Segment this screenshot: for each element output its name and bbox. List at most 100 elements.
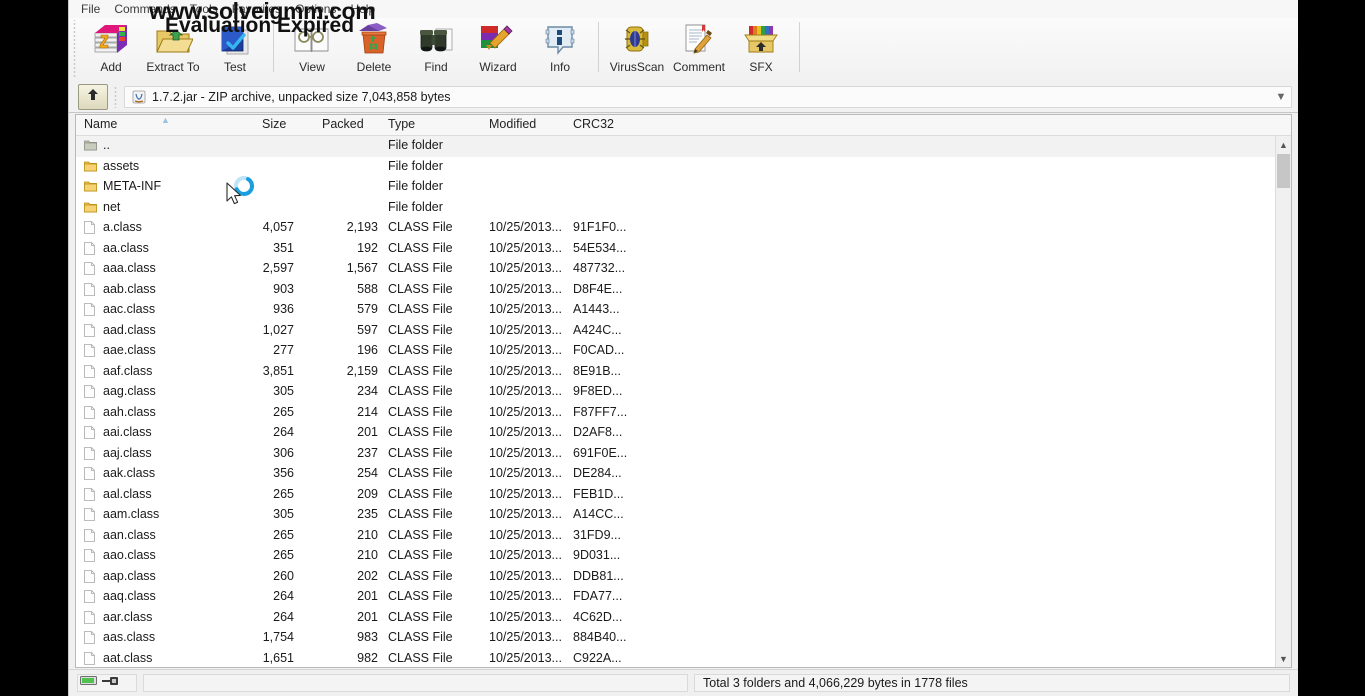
menu-item-options[interactable]: Options bbox=[288, 1, 343, 17]
cell-name: aae.class bbox=[103, 343, 156, 357]
file-icon bbox=[84, 508, 95, 524]
table-row[interactable]: aan.class 265 210 CLASS File 10/25/2013... 31… bbox=[76, 526, 1291, 547]
cell-crc32: FEB1D... bbox=[573, 486, 624, 501]
toolbar-button-wizard[interactable]: Wizard bbox=[467, 20, 529, 80]
toolbar-button-extract-to[interactable]: Extract To bbox=[142, 20, 204, 80]
cell-name: aaq.class bbox=[103, 589, 156, 603]
menu-item-commands[interactable]: Commands bbox=[107, 1, 182, 17]
cell-name: aa.class bbox=[103, 240, 149, 255]
toolbar-button-sfx[interactable]: SFX bbox=[730, 20, 792, 80]
file-icon bbox=[84, 426, 95, 442]
toolbar-button-info[interactable]: Info bbox=[529, 20, 591, 80]
table-row[interactable]: aam.class 305 235 CLASS File 10/25/2013... A1… bbox=[76, 505, 1291, 526]
table-row[interactable]: .. File folder bbox=[76, 136, 1291, 157]
toolbar-button-add[interactable]: Add bbox=[80, 20, 142, 80]
toolbar-button-virusscan[interactable]: VirusScan bbox=[606, 20, 668, 80]
cell-packed: 201 bbox=[357, 589, 378, 603]
toolbar-button-comment[interactable]: Comment bbox=[668, 20, 730, 80]
up-one-level-button[interactable] bbox=[78, 84, 108, 110]
table-row[interactable]: aar.class 264 201 CLASS File 10/25/2013... 4C… bbox=[76, 608, 1291, 629]
cell-modified: 10/25/2013... bbox=[489, 527, 562, 542]
table-row[interactable]: aak.class 356 254 CLASS File 10/25/2013... DE… bbox=[76, 464, 1291, 485]
table-row[interactable]: aag.class 305 234 CLASS File 10/25/2013... 9F… bbox=[76, 382, 1291, 403]
folder-icon bbox=[84, 201, 97, 216]
table-row[interactable]: aao.class 265 210 CLASS File 10/25/2013... 9D… bbox=[76, 546, 1291, 567]
table-row[interactable]: META-INF File folder bbox=[76, 177, 1291, 198]
cell-name: aap.class bbox=[103, 568, 156, 583]
column-header-crc32[interactable]: CRC32 bbox=[573, 117, 614, 131]
cell-size: 264 bbox=[273, 589, 294, 603]
column-header-modified[interactable]: Modified bbox=[489, 117, 536, 131]
table-row[interactable]: aae.class 277 196 CLASS File 10/25/2013... F0… bbox=[76, 341, 1291, 362]
find-binoculars-icon bbox=[416, 20, 456, 60]
table-row[interactable]: aal.class 265 209 CLASS File 10/25/2013... FE… bbox=[76, 485, 1291, 506]
table-row[interactable]: aad.class 1,027 597 CLASS File 10/25/2013...… bbox=[76, 321, 1291, 342]
table-row[interactable]: assets File folder bbox=[76, 157, 1291, 178]
table-row[interactable]: aah.class 265 214 CLASS File 10/25/2013... F8… bbox=[76, 403, 1291, 424]
menu-item-help[interactable]: Help bbox=[343, 1, 382, 17]
table-row[interactable]: net File folder bbox=[76, 198, 1291, 219]
toolbar-button-find[interactable]: Find bbox=[405, 20, 467, 80]
table-row[interactable]: aai.class 264 201 CLASS File 10/25/2013... D2… bbox=[76, 423, 1291, 444]
scroll-up-button[interactable]: ▲ bbox=[1276, 136, 1291, 153]
cell-name: aao.class bbox=[103, 548, 156, 562]
cell-packed: 2,193 bbox=[346, 220, 378, 234]
toolbar-separator bbox=[598, 22, 599, 72]
folder-icon bbox=[84, 160, 97, 175]
column-header-packed[interactable]: Packed bbox=[322, 117, 364, 131]
toolbar-button-delete[interactable]: Delete bbox=[343, 20, 405, 80]
toolbar-button-view[interactable]: View bbox=[281, 20, 343, 80]
table-row[interactable]: aas.class 1,754 983 CLASS File 10/25/2013...… bbox=[76, 628, 1291, 649]
table-row[interactable]: aap.class 260 202 CLASS File 10/25/2013... DD… bbox=[76, 567, 1291, 588]
cell-packed: 597 bbox=[357, 322, 378, 337]
table-row[interactable]: aaf.class 3,851 2,159 CLASS File 10/25/2013.… bbox=[76, 362, 1291, 383]
cell-crc32: 9F8ED... bbox=[573, 384, 623, 398]
scroll-down-button[interactable]: ▼ bbox=[1276, 650, 1291, 667]
cell-type: CLASS File bbox=[388, 527, 453, 542]
column-header-size[interactable]: Size bbox=[262, 117, 286, 131]
table-row[interactable]: aa.class 351 192 CLASS File 10/25/2013... 54E… bbox=[76, 239, 1291, 260]
toolbar-button-test[interactable]: Test bbox=[204, 20, 266, 80]
file-icon bbox=[84, 262, 95, 278]
table-row[interactable]: aaa.class 2,597 1,567 CLASS File 10/25/2013.… bbox=[76, 259, 1291, 280]
table-row[interactable]: aat.class 1,651 982 CLASS File 10/25/2013...… bbox=[76, 649, 1291, 668]
file-icon bbox=[84, 528, 95, 545]
cell-size: 2,597 bbox=[262, 261, 294, 275]
archive-path-combobox[interactable]: 1.7.2.jar - ZIP archive, unpacked size 7… bbox=[124, 86, 1292, 108]
cell-size: 265 bbox=[273, 404, 294, 419]
cell-name: aat.class bbox=[103, 650, 153, 665]
up-arrow-icon bbox=[85, 87, 101, 108]
table-row[interactable]: aaj.class 306 237 CLASS File 10/25/2013... 69… bbox=[76, 444, 1291, 465]
test-archive-icon bbox=[215, 20, 255, 60]
scrollbar-thumb[interactable] bbox=[1277, 154, 1290, 188]
cell-packed: 588 bbox=[357, 281, 378, 296]
chevron-down-icon[interactable]: ▼ bbox=[1271, 91, 1291, 103]
table-row[interactable]: a.class 4,057 2,193 CLASS File 10/25/2013...… bbox=[76, 218, 1291, 239]
cell-type: CLASS File bbox=[388, 486, 453, 501]
cell-packed: 254 bbox=[357, 466, 378, 480]
cell-name: aac.class bbox=[103, 302, 156, 316]
folder-icon bbox=[84, 180, 97, 195]
cell-type: CLASS File bbox=[388, 507, 453, 521]
file-list-scrollbar[interactable]: ▲ ▼ bbox=[1275, 136, 1291, 667]
menu-bar: File Commands Tools Favorites Options He… bbox=[69, 0, 1298, 18]
table-row[interactable]: aaq.class 264 201 CLASS File 10/25/2013... FD… bbox=[76, 587, 1291, 608]
cell-type: CLASS File bbox=[388, 568, 453, 583]
cell-name: aaa.class bbox=[103, 261, 156, 275]
table-row[interactable]: aab.class 903 588 CLASS File 10/25/2013... D8… bbox=[76, 280, 1291, 301]
cell-size: 265 bbox=[273, 486, 294, 501]
menu-item-file[interactable]: File bbox=[74, 1, 107, 17]
cell-modified: 10/25/2013... bbox=[489, 568, 562, 583]
cell-packed: 982 bbox=[357, 650, 378, 665]
cell-type: CLASS File bbox=[388, 466, 453, 480]
cell-size: 3,851 bbox=[262, 363, 294, 378]
menu-item-tools[interactable]: Tools bbox=[183, 1, 225, 17]
pathbar-gripper[interactable] bbox=[114, 86, 120, 108]
toolbar-gripper[interactable] bbox=[71, 20, 78, 78]
column-header-type[interactable]: Type bbox=[388, 117, 415, 131]
menu-item-favorites[interactable]: Favorites bbox=[225, 1, 288, 17]
column-header-name[interactable]: Name bbox=[84, 117, 117, 131]
table-row[interactable]: aac.class 936 579 CLASS File 10/25/2013... A1… bbox=[76, 300, 1291, 321]
cell-size: 1,754 bbox=[262, 630, 294, 644]
cell-name: assets bbox=[103, 158, 140, 173]
